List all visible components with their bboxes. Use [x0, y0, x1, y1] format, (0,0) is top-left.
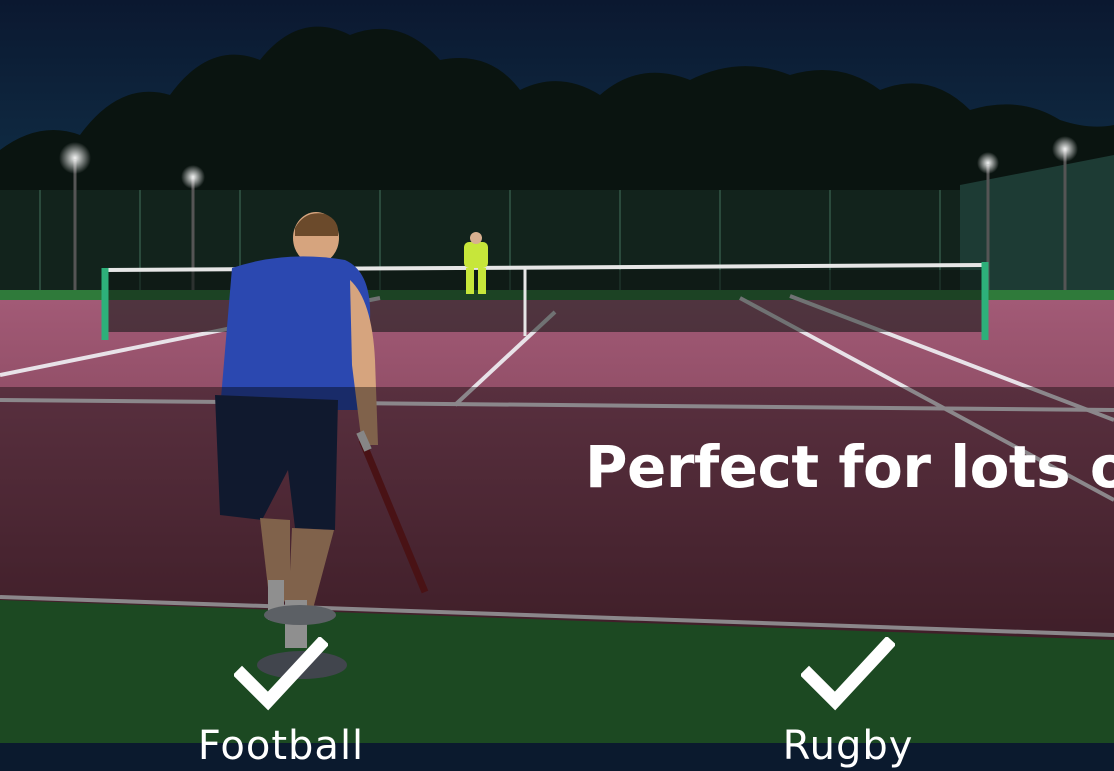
feature-label-rugby: Rugby — [782, 723, 914, 769]
check-icon — [234, 637, 328, 711]
check-icon — [801, 637, 895, 711]
hero-headline: Perfect for lots of — [585, 433, 1114, 501]
feature-label-football: Football — [197, 723, 365, 769]
feature-rugby: Rugby — [728, 633, 968, 769]
feature-football: Football — [161, 633, 401, 769]
